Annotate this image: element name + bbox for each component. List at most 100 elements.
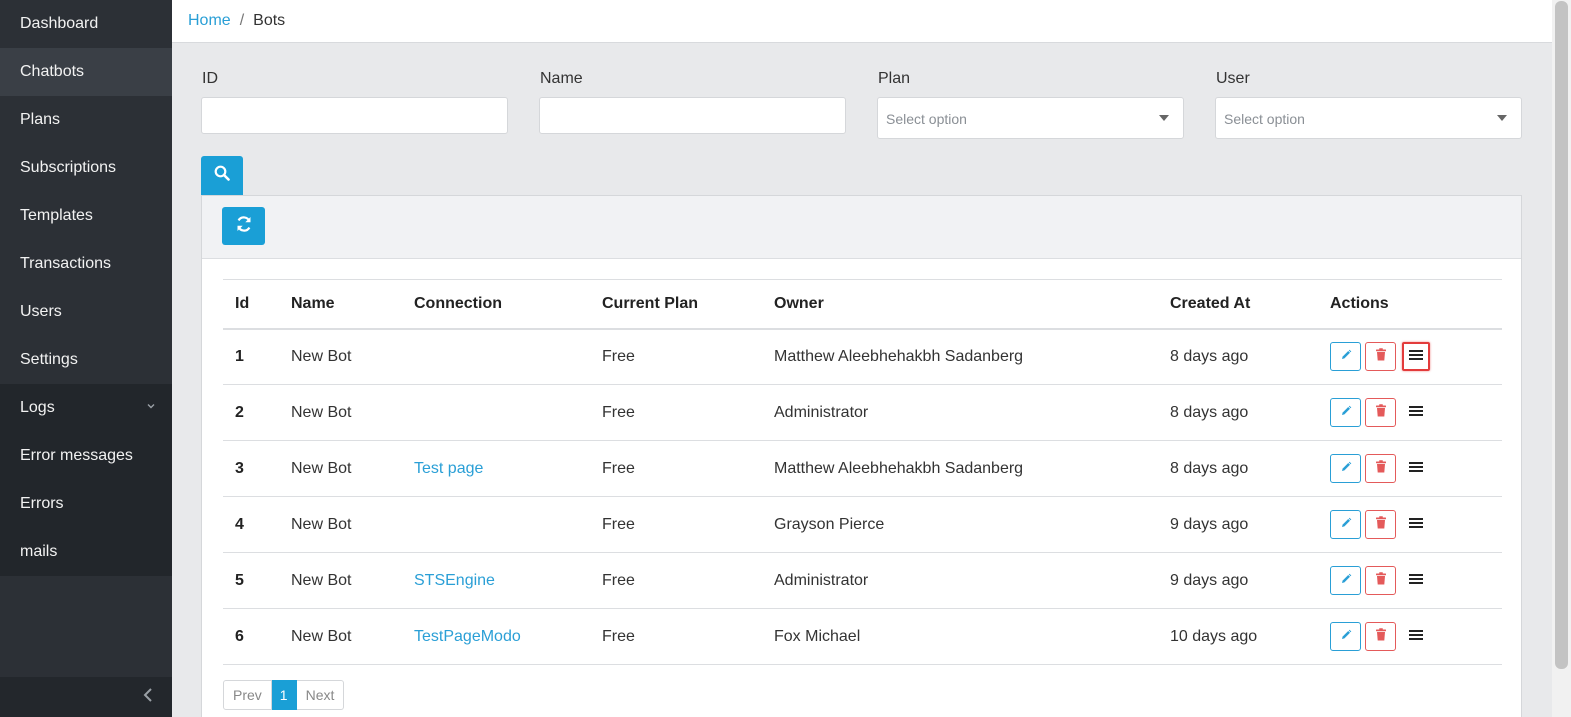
delete-button[interactable] <box>1365 622 1396 651</box>
row-menu-button[interactable] <box>1402 454 1430 483</box>
vertical-scrollbar[interactable] <box>1552 0 1571 717</box>
sidebar-item-label: Plans <box>20 111 61 128</box>
edit-button[interactable] <box>1330 398 1361 427</box>
id-filter-input[interactable] <box>201 97 508 134</box>
edit-button[interactable] <box>1330 342 1361 372</box>
edit-button[interactable] <box>1330 622 1361 651</box>
cell-connection: STSEngine <box>402 553 590 609</box>
cell-id: 5 <box>235 571 244 589</box>
table-row: 5 New Bot STSEngine Free Administrator 9 days… <box>223 553 1502 609</box>
cell-plan: Free <box>602 627 635 645</box>
column-header-owner[interactable]: Owner <box>762 280 1158 329</box>
sidebar-item-mails[interactable]: mails <box>0 528 172 576</box>
sidebar-item-settings[interactable]: Settings <box>0 336 172 384</box>
sidebar-item-label: Dashboard <box>20 15 99 32</box>
name-filter-label: Name <box>540 70 583 87</box>
sidebar-item-label: mails <box>20 543 58 560</box>
plan-filter-label: Plan <box>878 70 911 87</box>
name-filter-input[interactable] <box>539 97 846 134</box>
delete-button[interactable] <box>1365 454 1396 483</box>
sidebar-item-users[interactable]: Users <box>0 288 172 336</box>
cell-name: New Bot <box>291 571 352 589</box>
row-menu-button[interactable] <box>1402 342 1430 372</box>
filter-user: User Select option <box>1215 70 1522 139</box>
row-actions <box>1330 398 1502 427</box>
sidebar-item-templates[interactable]: Templates <box>0 192 172 240</box>
chevron-down-icon <box>146 401 156 411</box>
search-button[interactable] <box>201 156 243 195</box>
pencil-icon <box>1340 348 1352 366</box>
refresh-button[interactable] <box>222 207 265 245</box>
row-menu-button[interactable] <box>1402 510 1430 539</box>
cell-owner: Fox Michael <box>774 627 861 645</box>
column-header-id[interactable]: Id <box>223 280 279 329</box>
sidebar-item-error-messages[interactable]: Error messages <box>0 432 172 480</box>
column-header-plan[interactable]: Current Plan <box>590 280 762 329</box>
user-select-placeholder: Select option <box>1224 111 1305 127</box>
sidebar-item-label: Users <box>20 303 62 320</box>
delete-button[interactable] <box>1365 398 1396 427</box>
row-menu-button[interactable] <box>1402 622 1430 651</box>
sidebar-item-subscriptions[interactable]: Subscriptions <box>0 144 172 192</box>
column-header-connection[interactable]: Connection <box>402 280 590 329</box>
edit-button[interactable] <box>1330 510 1361 539</box>
row-menu-button[interactable] <box>1402 398 1430 427</box>
breadcrumb-home-link[interactable]: Home <box>188 12 231 30</box>
cell-name: New Bot <box>291 403 352 421</box>
trash-icon <box>1375 459 1387 478</box>
refresh-icon <box>234 214 254 239</box>
trash-icon <box>1375 627 1387 646</box>
table-row: 2 New Bot Free Administrator 8 days ago <box>223 385 1502 441</box>
edit-button[interactable] <box>1330 566 1361 595</box>
sidebar-item-chatbots[interactable]: Chatbots <box>0 48 172 96</box>
cell-actions <box>1318 497 1502 553</box>
sidebar: Dashboard Chatbots Plans Subscriptions T… <box>0 0 172 717</box>
sidebar-item-plans[interactable]: Plans <box>0 96 172 144</box>
scrollbar-thumb[interactable] <box>1555 1 1568 669</box>
hamburger-icon <box>1409 404 1423 422</box>
user-select[interactable]: Select option <box>1215 97 1522 139</box>
column-header-created[interactable]: Created At <box>1158 280 1318 329</box>
delete-button[interactable] <box>1365 566 1396 595</box>
pencil-icon <box>1340 404 1352 422</box>
sidebar-item-errors[interactable]: Errors <box>0 480 172 528</box>
connection-link[interactable]: TestPageModo <box>414 628 521 645</box>
row-actions <box>1330 566 1502 595</box>
column-header-name[interactable]: Name <box>279 280 402 329</box>
sidebar-collapse-button[interactable] <box>0 677 172 717</box>
sidebar-item-dashboard[interactable]: Dashboard <box>0 0 172 48</box>
cell-plan: Free <box>602 571 635 589</box>
sidebar-item-transactions[interactable]: Transactions <box>0 240 172 288</box>
cell-plan: Free <box>602 459 635 477</box>
plan-select[interactable]: Select option <box>877 97 1184 139</box>
connection-link[interactable]: STSEngine <box>414 572 495 589</box>
cell-id: 2 <box>235 403 244 421</box>
sidebar-item-logs[interactable]: Logs <box>0 384 172 432</box>
hamburger-icon <box>1409 348 1423 366</box>
sidebar-item-label: Subscriptions <box>20 159 117 176</box>
delete-button[interactable] <box>1365 342 1396 372</box>
cell-owner: Matthew Aleebhehakbh Sadanberg <box>774 459 1024 477</box>
pagination-page[interactable]: 1 <box>271 680 297 710</box>
row-actions <box>1330 510 1502 539</box>
table-row: 1 New Bot Free Matthew Aleebhehakbh Sadanbe… <box>223 329 1502 385</box>
delete-button[interactable] <box>1365 510 1396 539</box>
cell-created: 8 days ago <box>1170 459 1249 477</box>
cell-id: 3 <box>235 459 244 477</box>
user-filter-label: User <box>1216 70 1250 87</box>
cell-connection <box>402 385 590 441</box>
edit-button[interactable] <box>1330 454 1361 483</box>
row-menu-button[interactable] <box>1402 566 1430 595</box>
cell-connection <box>402 497 590 553</box>
connection-link[interactable]: Test page <box>414 460 483 477</box>
cell-connection <box>402 329 590 385</box>
chevron-left-icon <box>142 687 154 708</box>
breadcrumb-separator: / <box>239 12 245 29</box>
cell-plan: Free <box>602 403 635 421</box>
pagination-prev[interactable]: Prev <box>223 680 272 710</box>
pagination-next[interactable]: Next <box>296 680 345 710</box>
cell-name: New Bot <box>291 515 352 533</box>
cell-name: New Bot <box>291 459 352 477</box>
table-header-row: Id Name Connection Current Plan Owner Cr… <box>223 279 1502 329</box>
caret-down-icon <box>1497 115 1507 121</box>
